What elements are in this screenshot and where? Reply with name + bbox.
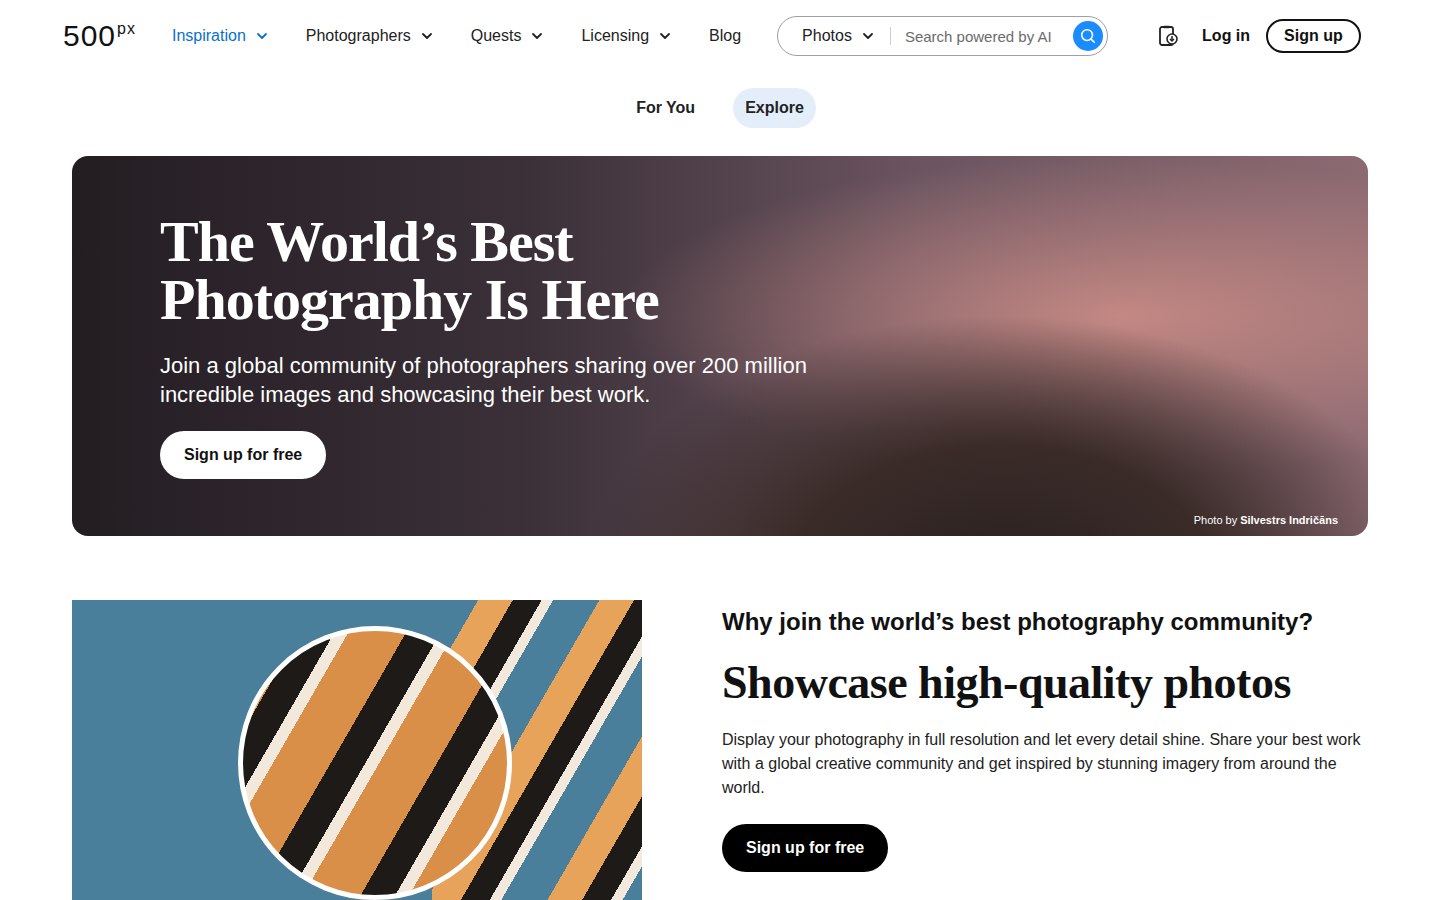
search-icon (1079, 27, 1097, 45)
nav-item[interactable]: Quests (471, 27, 546, 45)
search-button[interactable] (1073, 21, 1103, 51)
photo-credit: Photo bySilvestrs Indričāns (1194, 514, 1338, 526)
feed-tab[interactable]: For You (624, 88, 707, 128)
search-bar: Photos (777, 16, 1108, 56)
chevron-down-icon (860, 28, 876, 44)
zoom-circle (238, 626, 512, 900)
hero-banner: The World’s BestPhotography Is Here Join … (72, 156, 1368, 536)
feature-kicker: Why join the world’s best photography co… (722, 608, 1368, 636)
feature-title: Showcase high-quality photos (722, 656, 1368, 710)
search-input[interactable] (903, 27, 1073, 46)
photo-author-link[interactable]: Silvestrs Indričāns (1240, 514, 1338, 526)
main-nav: Inspiration Photographers Quests Licensing B… (172, 27, 741, 45)
feed-tab[interactable]: Explore (733, 88, 816, 128)
hero-signup-button[interactable]: Sign up for free (160, 431, 326, 479)
nav-item[interactable]: Licensing (581, 27, 673, 45)
feature-content: Why join the world’s best photography co… (722, 600, 1368, 900)
logo[interactable]: 500px (63, 21, 136, 51)
chevron-down-icon (657, 28, 673, 44)
chevron-down-icon (419, 28, 435, 44)
feature-body: Display your photography in full resolut… (722, 728, 1368, 800)
feature-signup-button[interactable]: Sign up for free (722, 824, 888, 872)
hero-title: The World’s BestPhotography Is Here (160, 213, 820, 329)
nav-item[interactable]: Photographers (306, 27, 435, 45)
feature-photo (72, 600, 642, 900)
chevron-down-icon (254, 28, 270, 44)
login-link[interactable]: Log in (1202, 27, 1250, 45)
hero-subtitle: Join a global community of photographers… (160, 351, 820, 409)
search-divider (890, 27, 891, 45)
nav-item[interactable]: Inspiration (172, 27, 270, 45)
feature-section: Why join the world’s best photography co… (72, 600, 1368, 900)
chevron-down-icon (529, 28, 545, 44)
hero-content: The World’s BestPhotography Is Here Join … (72, 213, 820, 479)
feed-tabs: For You Explore (0, 72, 1440, 156)
nav-item[interactable]: Blog (709, 27, 741, 45)
page: 500px Inspiration Photographers Quests Licen… (0, 0, 1440, 900)
signup-button[interactable]: Sign up (1266, 19, 1361, 53)
search-scope-dropdown[interactable]: Photos (802, 27, 876, 45)
top-bar: 500px Inspiration Photographers Quests Licen… (0, 0, 1440, 72)
download-app-icon[interactable] (1156, 24, 1180, 48)
